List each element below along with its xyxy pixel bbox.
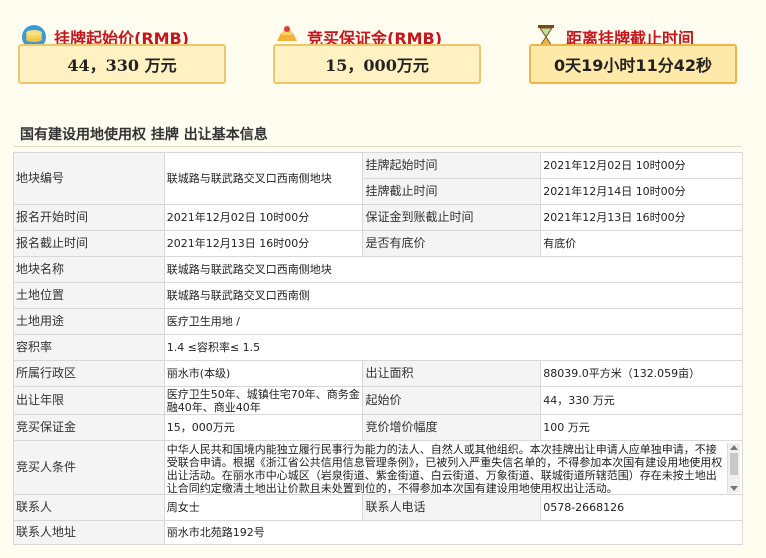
use-value: 医疗卫生用地 / bbox=[163, 308, 744, 335]
phone-value: 0578-2668126 bbox=[540, 494, 743, 521]
parcel-no-key: 地块编号 bbox=[13, 152, 165, 205]
parcel-no-value: 联城路与联武路交叉口西南侧地块 bbox=[163, 152, 364, 205]
name-key: 地块名称 bbox=[13, 256, 165, 283]
deadline-countdown: 0天19小时11分42秒 bbox=[529, 44, 737, 84]
table-row: 出让年限 医疗卫生50年、城镇住宅70年、商务金融40年、商业40年 起始价 4… bbox=[13, 386, 743, 415]
reserve-key: 是否有底价 bbox=[362, 230, 542, 257]
deposit-deadline-key: 保证金到账截止时间 bbox=[362, 204, 542, 231]
deposit-deadline-value: 2021年12月13日 16时00分 bbox=[540, 204, 743, 231]
scroll-down-icon[interactable] bbox=[730, 485, 738, 491]
table-row: 竞买保证金 15，000万元 竞价增价幅度 100 万元 bbox=[13, 414, 743, 441]
reg-start-value: 2021年12月02日 10时00分 bbox=[163, 204, 364, 231]
summary-header: 挂牌起始价(RMB) 44，330 万元 竞买保证金(RMB) 15，000万元… bbox=[0, 0, 766, 112]
increment-value: 100 万元 bbox=[540, 414, 743, 441]
table-row: 地块名称 联城路与联武路交叉口西南侧地块 bbox=[13, 256, 744, 283]
section-title: 国有建设用地使用权 挂牌 出让基本信息 bbox=[20, 127, 268, 143]
area-key: 出让面积 bbox=[362, 360, 542, 387]
conditions-text: 中华人民共和国境内能独立履行民事行为能力的法人、自然人或其他组织。本次挂牌出让申… bbox=[166, 442, 723, 493]
table-row: 联系人 周女士 联系人电话 0578-2668126 bbox=[13, 494, 743, 521]
reg-end-key: 报名截止时间 bbox=[13, 230, 165, 257]
deposit-value: 15，000万元 bbox=[273, 44, 481, 84]
list-start-value: 2021年12月02日 10时00分 bbox=[540, 152, 743, 179]
address-key: 联系人地址 bbox=[13, 520, 165, 545]
table-row: 竞买人条件 中华人民共和国境内能独立履行民事行为能力的法人、自然人或其他组织。本… bbox=[13, 440, 744, 495]
years-value: 医疗卫生50年、城镇住宅70年、商务金融40年、商业40年 bbox=[163, 386, 364, 415]
conditions-cell: 中华人民共和国境内能独立履行民事行为能力的法人、自然人或其他组织。本次挂牌出让申… bbox=[163, 440, 744, 495]
table-row: 地块编号 联城路与联武路交叉口西南侧地块 挂牌起始时间 2021年12月02日 … bbox=[13, 152, 743, 205]
table-row: 土地位置 联城路与联武路交叉口西南侧 bbox=[13, 282, 744, 309]
table-row: 土地用途 医疗卫生用地 / bbox=[13, 308, 744, 335]
section-divider bbox=[14, 146, 742, 147]
table-row: 容积率 1.4 ≤容积率≤ 1.5 bbox=[13, 334, 744, 361]
table-row: 联系人地址 丽水市北苑路192号 bbox=[13, 520, 744, 545]
location-key: 土地位置 bbox=[13, 282, 165, 309]
conditions-scrollbar[interactable] bbox=[727, 442, 740, 493]
district-key: 所属行政区 bbox=[13, 360, 165, 387]
conditions-textarea[interactable]: 中华人民共和国境内能独立履行民事行为能力的法人、自然人或其他组织。本次挂牌出让申… bbox=[166, 442, 740, 493]
start-price-cell: 44，330 万元 bbox=[540, 386, 743, 415]
scroll-up-icon[interactable] bbox=[730, 444, 738, 450]
list-start-key: 挂牌起始时间 bbox=[362, 152, 542, 179]
bid-deposit-key: 竞买保证金 bbox=[13, 414, 165, 441]
table-row: 报名截止时间 2021年12月13日 16时00分 是否有底价 有底价 bbox=[13, 230, 743, 257]
list-end-value: 2021年12月14日 10时00分 bbox=[540, 178, 743, 205]
reserve-value: 有底价 bbox=[540, 230, 743, 257]
start-price-key: 起始价 bbox=[362, 386, 542, 415]
scroll-thumb[interactable] bbox=[730, 452, 738, 475]
conditions-key: 竞买人条件 bbox=[13, 440, 165, 495]
list-end-key: 挂牌截止时间 bbox=[362, 178, 542, 205]
name-value: 联城路与联武路交叉口西南侧地块 bbox=[163, 256, 744, 283]
start-price-value: 44，330 万元 bbox=[18, 44, 226, 84]
table-row: 所属行政区 丽水市(本级) 出让面积 88039.0平方米（132.059亩） bbox=[13, 360, 743, 387]
district-value: 丽水市(本级) bbox=[163, 360, 364, 387]
phone-key: 联系人电话 bbox=[362, 494, 542, 521]
land-info-table: 地块编号 联城路与联武路交叉口西南侧地块 挂牌起始时间 2021年12月02日 … bbox=[13, 152, 744, 545]
table-row: 报名开始时间 2021年12月02日 10时00分 保证金到账截止时间 2021… bbox=[13, 204, 743, 231]
years-key: 出让年限 bbox=[13, 386, 165, 415]
reg-end-value: 2021年12月13日 16时00分 bbox=[163, 230, 364, 257]
reg-start-key: 报名开始时间 bbox=[13, 204, 165, 231]
address-value: 丽水市北苑路192号 bbox=[163, 520, 744, 545]
location-value: 联城路与联武路交叉口西南侧 bbox=[163, 282, 744, 309]
increment-key: 竞价增价幅度 bbox=[362, 414, 542, 441]
bid-deposit-value: 15，000万元 bbox=[163, 414, 364, 441]
area-value: 88039.0平方米（132.059亩） bbox=[540, 360, 743, 387]
far-key: 容积率 bbox=[13, 334, 165, 361]
use-key: 土地用途 bbox=[13, 308, 165, 335]
contact-value: 周女士 bbox=[163, 494, 364, 521]
contact-key: 联系人 bbox=[13, 494, 165, 521]
far-value: 1.4 ≤容积率≤ 1.5 bbox=[163, 334, 744, 361]
